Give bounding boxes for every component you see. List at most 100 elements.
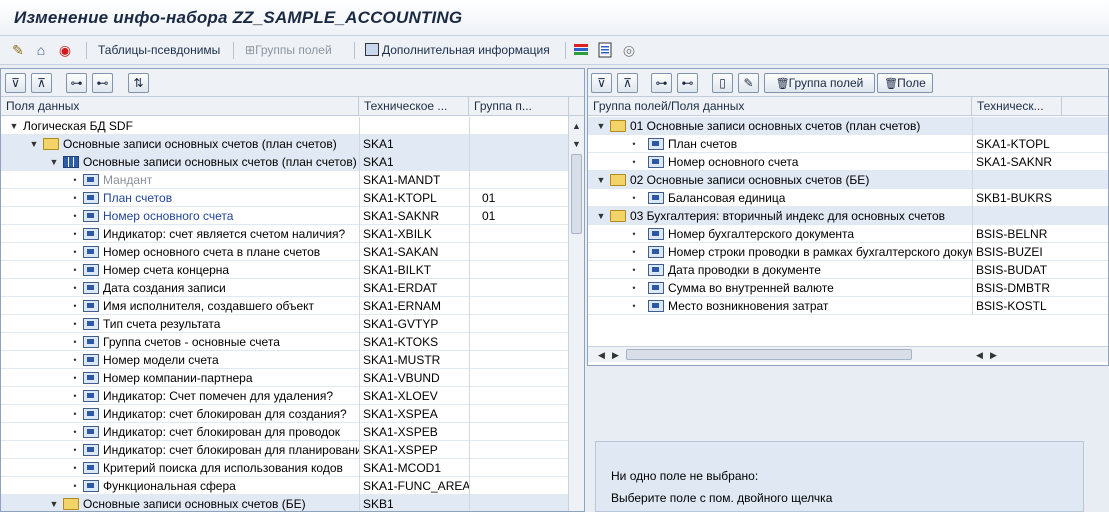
tree-node-row[interactable]: ▼ Основные записи основных счетов (план с… — [1, 153, 568, 171]
expand-arrow-icon[interactable]: ▼ — [49, 153, 59, 171]
scroll-up-icon[interactable]: ▲ — [569, 118, 584, 134]
right-find-button[interactable]: ⊶ — [651, 73, 672, 93]
tree-field-row[interactable]: • Номер компании-партнера SKA1-VBUND — [1, 369, 568, 387]
expand-arrow-icon[interactable]: ▼ — [596, 207, 606, 225]
col-field-group[interactable]: Группа полей/Поля данных — [588, 97, 972, 116]
col-group[interactable]: Группа п... — [469, 97, 569, 116]
activate-icon[interactable]: ◉ — [57, 42, 73, 58]
tree-label: Группа счетов - основные счета — [103, 335, 280, 349]
tree-field-row[interactable]: • Индикатор: Счет помечен для удаления? SK… — [1, 387, 568, 405]
tree-field-row[interactable]: • Имя исполнителя, создавшего объект SKA1-… — [1, 297, 568, 315]
hierarchy-settings-button[interactable]: ⇅ — [128, 73, 149, 93]
col-data-fields[interactable]: Поля данных — [1, 97, 359, 116]
expand-arrow-icon[interactable]: ▼ — [9, 117, 19, 135]
group-field-row[interactable]: • Номер основного счета SKA1-SAKNR — [588, 153, 1108, 171]
col-technical-right[interactable]: Техническ... — [972, 97, 1062, 116]
tree-label: Основные записи основных счетов (БЕ) — [83, 497, 306, 511]
collapse-all-button[interactable]: ⊼ — [31, 73, 52, 93]
new-document-button[interactable]: ▯ — [712, 73, 733, 93]
field-icon — [83, 174, 99, 186]
expand-arrow-icon[interactable]: ▼ — [596, 171, 606, 189]
tree-field-row[interactable]: • Номер основного счета в плане счетов SKA… — [1, 243, 568, 261]
tree-field-row[interactable]: • Группа счетов - основные счета SKA1-KTOK… — [1, 333, 568, 351]
tree-bullet-icon: • — [73, 247, 77, 257]
field-icon — [83, 210, 99, 222]
expand-arrow-icon[interactable]: ▼ — [49, 495, 59, 511]
right-collapse-all-button[interactable]: ⊼ — [617, 73, 638, 93]
tree-cell-technical: SKA1-XBILK — [359, 225, 469, 243]
document-list-icon[interactable] — [597, 42, 613, 58]
field-groups-button[interactable]: ⊞Группы полей — [245, 43, 332, 57]
color-bars-icon[interactable] — [573, 42, 589, 58]
expand-arrow-icon[interactable]: ▼ — [596, 117, 606, 135]
group-field-row[interactable]: • Номер строки проводки в рамках бухгалте… — [588, 243, 1108, 261]
tree-field-row[interactable]: • Индикатор: счет блокирован для планиров… — [1, 441, 568, 459]
tree-label: Дата проводки в документе — [668, 263, 821, 277]
group-field-row[interactable]: • Сумма во внутренней валюте BSIS-DMBTR — [588, 279, 1108, 297]
group-cell-name: • Номер бухгалтерского документа — [588, 225, 972, 243]
group-field-row[interactable]: • План счетов SKA1-KTOPL — [588, 135, 1108, 153]
tree-label: Номер модели счета — [103, 353, 219, 367]
scroll-thumb[interactable] — [571, 154, 582, 234]
find-button[interactable]: ⊶ — [66, 73, 87, 93]
tree-bullet-icon: • — [73, 229, 77, 239]
right-find-next-button[interactable]: ⊷ — [677, 73, 698, 93]
scroll-left-icon[interactable]: ◀ — [594, 347, 609, 363]
delete-field-button[interactable]: 🗑Поле — [877, 73, 933, 93]
tree-field-row[interactable]: • Индикатор: счет блокирован для проводок… — [1, 423, 568, 441]
group-field-row[interactable]: • Номер бухгалтерского документа BSIS-BELN… — [588, 225, 1108, 243]
additional-info-button[interactable]: Дополнительная информация — [365, 43, 550, 57]
field-icon — [83, 246, 99, 258]
right-tech-horizontal-scrollbar[interactable]: ◀ ▶ — [972, 346, 1108, 363]
tree-field-row[interactable]: • План счетов SKA1-KTOPL 01 — [1, 189, 568, 207]
find-next-button[interactable]: ⊷ — [92, 73, 113, 93]
col-technical[interactable]: Техническое ... — [359, 97, 469, 116]
edit-button[interactable]: ✎ — [738, 73, 759, 93]
expand-arrow-icon[interactable]: ▼ — [29, 135, 39, 153]
tree-node-row[interactable]: ▼ Логическая БД SDF — [1, 117, 568, 135]
field-group-row[interactable]: ▼ 03 Бухгалтерия: вторичный индекс для ос… — [588, 207, 1108, 225]
field-group-row[interactable]: ▼ 01 Основные записи основных счетов (пла… — [588, 117, 1108, 135]
group-field-row[interactable]: • Дата проводки в документе BSIS-BUDAT — [588, 261, 1108, 279]
alias-tables-button[interactable]: Таблицы-псевдонимы — [98, 43, 220, 57]
delete-field-group-button[interactable]: 🗑Группа полей — [764, 73, 875, 93]
tree-field-row[interactable]: • Функциональная сфера SKA1-FUNC_AREA — [1, 477, 568, 495]
scroll-down-icon[interactable]: ▼ — [569, 136, 584, 152]
tree-node-row[interactable]: ▼ Основные записи основных счетов (БЕ) SKB… — [1, 495, 568, 511]
group-field-row[interactable]: • Балансовая единица SKB1-BUKRS — [588, 189, 1108, 207]
info-circle-icon[interactable]: ◎ — [621, 42, 637, 58]
tree-field-row[interactable]: • Номер модели счета SKA1-MUSTR — [1, 351, 568, 369]
tree-field-row[interactable]: • Мандант SKA1-MANDT — [1, 171, 568, 189]
glasses-pencil-icon[interactable]: ✎ — [10, 42, 26, 58]
tree-cell-technical — [359, 117, 469, 135]
right-horizontal-scrollbar[interactable]: ◀ ▶ — [588, 346, 972, 362]
tree-label: Индикатор: счет блокирован для создания? — [103, 407, 347, 421]
tree-field-row[interactable]: • Дата создания записи SKA1-ERDAT — [1, 279, 568, 297]
tree-field-row[interactable]: • Индикатор: счет блокирован для создания… — [1, 405, 568, 423]
tree-label: Номер основного счета — [668, 155, 799, 169]
tree-cell-group — [469, 477, 568, 495]
group-field-row[interactable]: • Место возникновения затрат BSIS-KOSTL — [588, 297, 1108, 315]
tree-cell-name: • План счетов — [1, 189, 359, 207]
h-scroll-thumb[interactable] — [626, 349, 912, 360]
tree-cell-technical: SKA1-XSPEB — [359, 423, 469, 441]
hierarchy-icon[interactable]: ⌂ — [33, 42, 49, 58]
tree-cell-group — [469, 297, 568, 315]
tree-field-row[interactable]: • Номер счета концерна SKA1-BILKT — [1, 261, 568, 279]
scroll-left-icon[interactable]: ◀ — [972, 347, 987, 363]
left-vertical-scrollbar[interactable]: ▲ ▼ — [568, 116, 584, 511]
tree-field-row[interactable]: • Индикатор: счет является счетом наличия… — [1, 225, 568, 243]
expand-all-button[interactable]: ⊽ — [5, 73, 26, 93]
tree-field-row[interactable]: • Тип счета результата SKA1-GVTYP — [1, 315, 568, 333]
tree-cell-group — [469, 387, 568, 405]
scroll-right-icon[interactable]: ▶ — [608, 347, 623, 363]
scroll-right-icon[interactable]: ▶ — [986, 347, 1001, 363]
right-expand-all-button[interactable]: ⊽ — [591, 73, 612, 93]
tree-cell-group — [469, 135, 568, 153]
tree-field-row[interactable]: • Номер основного счета SKA1-SAKNR 01 — [1, 207, 568, 225]
group-cell-name: • Сумма во внутренней валюте — [588, 279, 972, 297]
tree-node-row[interactable]: ▼ Основные записи основных счетов (план с… — [1, 135, 568, 153]
tree-field-row[interactable]: • Критерий поиска для использования кодов… — [1, 459, 568, 477]
field-icon — [648, 246, 664, 258]
field-group-row[interactable]: ▼ 02 Основные записи основных счетов (БЕ) — [588, 171, 1108, 189]
